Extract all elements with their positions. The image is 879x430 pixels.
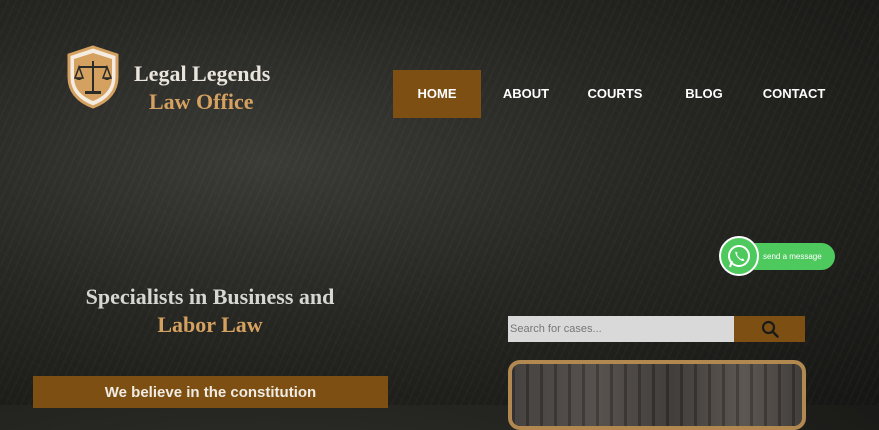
featured-case-image[interactable] [508, 360, 806, 430]
nav-home[interactable]: HOME [393, 70, 481, 118]
search-icon [761, 320, 779, 338]
constitution-banner: We believe in the constitution [33, 376, 388, 408]
site-logo[interactable]: Legal Legends Law Office [66, 45, 286, 115]
whatsapp-label: send a message [763, 252, 822, 261]
case-search-input[interactable] [508, 316, 734, 342]
brand-subtitle: Law Office [149, 89, 254, 114]
brand-name: Legal Legends [134, 61, 271, 86]
hero-title: Specialists in Business and Labor Law [60, 283, 360, 339]
hero-title-line1: Specialists in Business and [85, 284, 335, 309]
whatsapp-icon[interactable] [719, 236, 759, 276]
search-button[interactable] [734, 316, 805, 342]
phone-icon [728, 245, 750, 268]
nav-blog[interactable]: BLOG [677, 70, 731, 118]
hero-title-line2: Labor Law [157, 312, 263, 337]
nav-courts[interactable]: COURTS [578, 70, 652, 118]
nav-about[interactable]: ABOUT [493, 70, 559, 118]
scales-of-justice-shield-icon [67, 45, 119, 109]
nav-contact[interactable]: CONTACT [754, 70, 834, 118]
